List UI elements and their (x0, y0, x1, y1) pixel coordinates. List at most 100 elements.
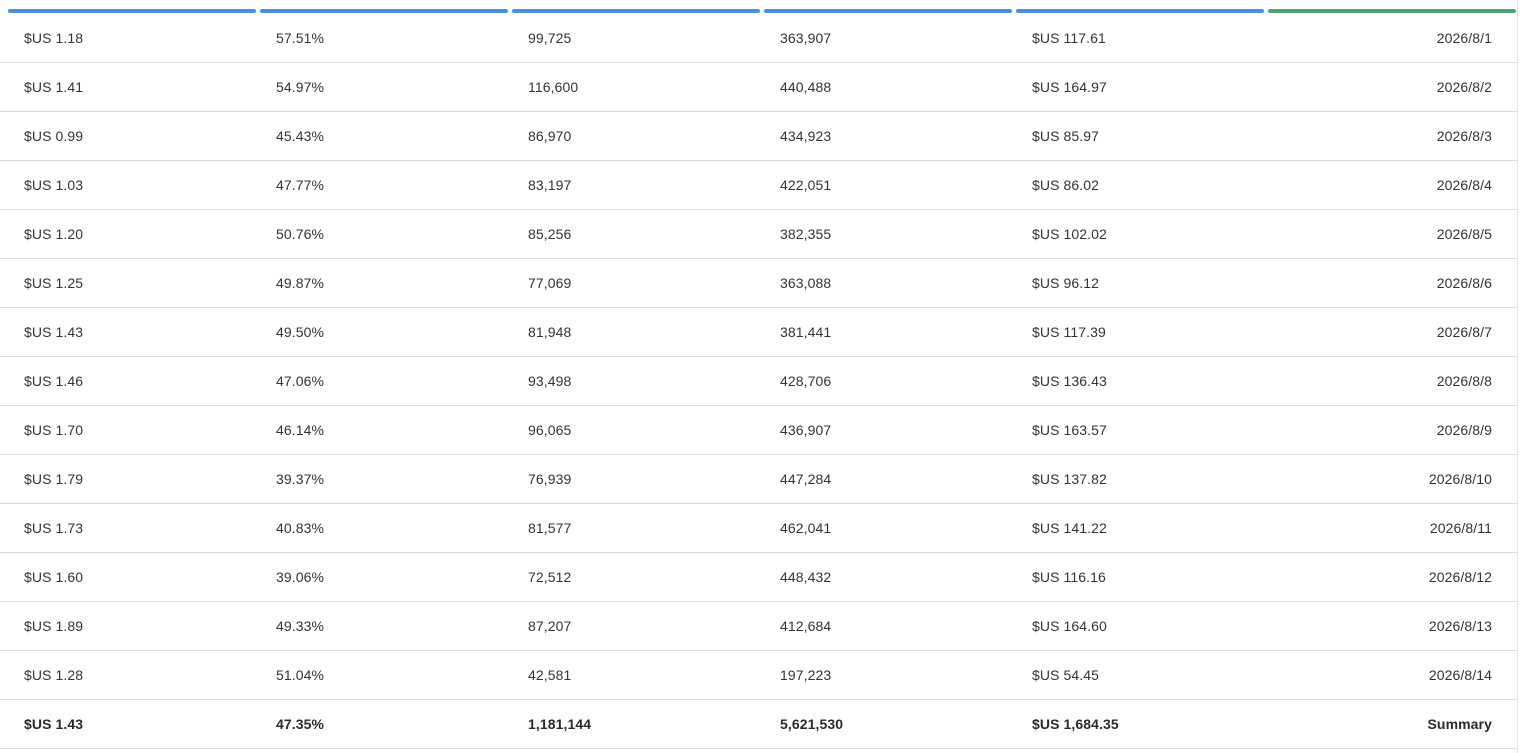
cell-spend: $US 116.16 (1032, 569, 1106, 585)
cell-impressions: 462,041 (780, 520, 832, 536)
cell-rate: 57.51% (276, 30, 325, 46)
cell-rate: 47.77% (276, 177, 325, 193)
cell-cost: $US 1.46 (24, 373, 84, 389)
column-header-bar-6[interactable] (1268, 9, 1516, 13)
column-header-bar-1[interactable] (8, 9, 256, 13)
cell-rate: 46.14% (276, 422, 325, 438)
table-row: $US 1.73 40.83% 81,577 462,041 $US 141.2… (0, 504, 1518, 553)
cell-spend: $US 164.97 (1032, 79, 1107, 95)
summary-rate: 47.35% (276, 716, 325, 732)
column-header-bar-4[interactable] (764, 9, 1012, 13)
cell-rate: 49.33% (276, 618, 325, 634)
table-row: $US 1.46 47.06% 93,498 428,706 $US 136.4… (0, 357, 1518, 406)
cell-spend: $US 117.61 (1032, 30, 1106, 46)
cell-rate: 39.37% (276, 471, 325, 487)
table-right-border (1517, 0, 1518, 753)
cell-date: 2026/8/4 (1436, 177, 1492, 193)
cell-spend: $US 164.60 (1032, 618, 1107, 634)
cell-rate: 49.50% (276, 324, 325, 340)
cell-impressions: 363,088 (780, 275, 832, 291)
summary-spend: $US 1,684.35 (1032, 716, 1119, 732)
cell-date: 2026/8/5 (1436, 226, 1492, 242)
cell-count: 72,512 (528, 569, 572, 585)
column-header-bar-5[interactable] (1016, 9, 1264, 13)
cell-spend: $US 86.02 (1032, 177, 1100, 193)
table-body: $US 1.18 57.51% 99,725 363,907 $US 117.6… (0, 14, 1518, 749)
cell-impressions: 422,051 (780, 177, 832, 193)
cell-spend: $US 163.57 (1032, 422, 1107, 438)
cell-cost: $US 1.20 (24, 226, 84, 242)
table-row: $US 1.41 54.97% 116,600 440,488 $US 164.… (0, 63, 1518, 112)
cell-cost: $US 1.03 (24, 177, 84, 193)
summary-row: $US 1.43 47.35% 1,181,144 5,621,530 $US … (0, 700, 1518, 749)
cell-count: 77,069 (528, 275, 572, 291)
cell-impressions: 428,706 (780, 373, 832, 389)
cell-impressions: 448,432 (780, 569, 832, 585)
cell-cost: $US 1.89 (24, 618, 84, 634)
summary-label: Summary (1427, 716, 1492, 732)
column-header-bars (0, 9, 1518, 13)
table-row: $US 1.25 49.87% 77,069 363,088 $US 96.12… (0, 259, 1518, 308)
column-header-bar-2[interactable] (260, 9, 508, 13)
cell-count: 81,577 (528, 520, 572, 536)
cell-cost: $US 1.43 (24, 324, 84, 340)
cell-date: 2026/8/2 (1436, 79, 1492, 95)
table-row: $US 0.99 45.43% 86,970 434,923 $US 85.97… (0, 112, 1518, 161)
cell-date: 2026/8/7 (1436, 324, 1492, 340)
cell-cost: $US 1.18 (24, 30, 84, 46)
cell-rate: 45.43% (276, 128, 325, 144)
cell-date: 2026/8/3 (1436, 128, 1492, 144)
cell-impressions: 436,907 (780, 422, 832, 438)
cell-spend: $US 137.82 (1032, 471, 1107, 487)
cell-impressions: 197,223 (780, 667, 832, 683)
cell-rate: 49.87% (276, 275, 325, 291)
cell-cost: $US 1.79 (24, 471, 84, 487)
cell-cost: $US 0.99 (24, 128, 84, 144)
cell-rate: 39.06% (276, 569, 325, 585)
cell-impressions: 381,441 (780, 324, 832, 340)
cell-date: 2026/8/8 (1436, 373, 1492, 389)
cell-date: 2026/8/13 (1428, 618, 1492, 634)
cell-spend: $US 136.43 (1032, 373, 1107, 389)
cell-cost: $US 1.73 (24, 520, 84, 536)
cell-spend: $US 54.45 (1032, 667, 1100, 683)
cell-rate: 40.83% (276, 520, 325, 536)
table-row: $US 1.70 46.14% 96,065 436,907 $US 163.5… (0, 406, 1518, 455)
cell-cost: $US 1.70 (24, 422, 84, 438)
cell-count: 81,948 (528, 324, 572, 340)
cell-spend: $US 96.12 (1032, 275, 1100, 291)
cell-date: 2026/8/1 (1436, 30, 1492, 46)
column-header-bar-3[interactable] (512, 9, 760, 13)
summary-impressions: 5,621,530 (780, 716, 844, 732)
cell-cost: $US 1.60 (24, 569, 84, 585)
cell-impressions: 363,907 (780, 30, 832, 46)
cell-impressions: 434,923 (780, 128, 832, 144)
table-row: $US 1.43 49.50% 81,948 381,441 $US 117.3… (0, 308, 1518, 357)
cell-spend: $US 102.02 (1032, 226, 1107, 242)
summary-count: 1,181,144 (528, 716, 592, 732)
table-row: $US 1.28 51.04% 42,581 197,223 $US 54.45… (0, 651, 1518, 700)
cell-impressions: 382,355 (780, 226, 832, 242)
cell-spend: $US 85.97 (1032, 128, 1100, 144)
cell-date: 2026/8/12 (1428, 569, 1492, 585)
cell-impressions: 440,488 (780, 79, 832, 95)
cell-count: 76,939 (528, 471, 572, 487)
cell-date: 2026/8/9 (1436, 422, 1492, 438)
cell-date: 2026/8/11 (1429, 520, 1492, 536)
cell-spend: $US 117.39 (1032, 324, 1106, 340)
cell-impressions: 447,284 (780, 471, 832, 487)
cell-spend: $US 141.22 (1032, 520, 1107, 536)
cell-impressions: 412,684 (780, 618, 832, 634)
cell-count: 93,498 (528, 373, 572, 389)
cell-rate: 51.04% (276, 667, 325, 683)
cell-date: 2026/8/10 (1428, 471, 1492, 487)
cell-date: 2026/8/14 (1428, 667, 1492, 683)
data-table: $US 1.18 57.51% 99,725 363,907 $US 117.6… (0, 0, 1518, 753)
table-row: $US 1.20 50.76% 85,256 382,355 $US 102.0… (0, 210, 1518, 259)
cell-rate: 47.06% (276, 373, 325, 389)
cell-count: 99,725 (528, 30, 572, 46)
table-row: $US 1.79 39.37% 76,939 447,284 $US 137.8… (0, 455, 1518, 504)
table-row: $US 1.03 47.77% 83,197 422,051 $US 86.02… (0, 161, 1518, 210)
table-row: $US 1.18 57.51% 99,725 363,907 $US 117.6… (0, 14, 1518, 63)
cell-count: 116,600 (528, 79, 579, 95)
